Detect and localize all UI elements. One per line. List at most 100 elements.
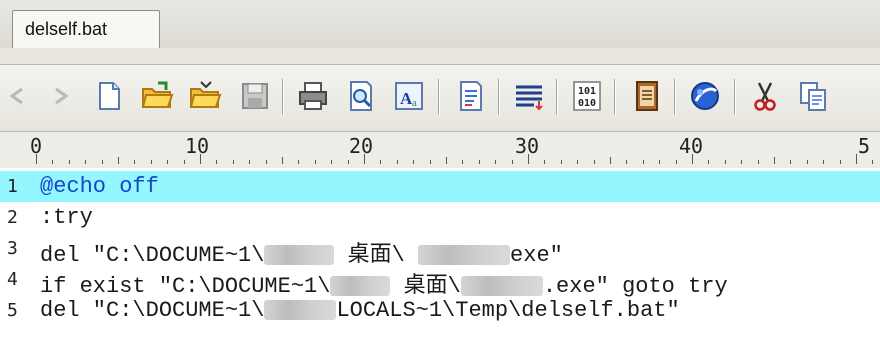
document-icon[interactable] [454, 79, 488, 113]
ruler-tick [446, 157, 447, 164]
tab-bar: delself.bat [0, 0, 880, 49]
ruler-tick [593, 160, 595, 164]
open-folder-icon[interactable] [140, 79, 174, 113]
redacted-text [264, 245, 335, 266]
line-number: 4 [7, 269, 18, 290]
back-arrow-icon[interactable] [0, 79, 34, 113]
code-segment: del "C:\DOCUME~1\ [40, 298, 265, 323]
ruler-tick [675, 160, 677, 164]
code-line-3[interactable]: 3 del "C:\DOCUME~1\ 桌面\ exe" [0, 233, 880, 268]
ruler-tick [560, 160, 562, 164]
ruler-tick [659, 160, 661, 164]
redacted-text [330, 276, 391, 297]
ruler-tick [872, 160, 874, 164]
tab-delself-bat[interactable]: delself.bat [12, 10, 160, 48]
tab-label: delself.bat [25, 19, 108, 39]
ruler-tick [856, 154, 857, 164]
ruler-tick [85, 160, 87, 164]
ruler-tick [823, 160, 825, 164]
ruler-tick [495, 160, 497, 164]
ruler-tick [232, 160, 234, 164]
ruler-tick [167, 160, 169, 164]
ruler-tick [577, 160, 579, 164]
ruler-tick [642, 160, 644, 164]
svg-text:010: 010 [578, 98, 596, 109]
save-icon[interactable] [238, 79, 272, 113]
code-text: del "C:\DOCUME~1\ LOCALS~1\Temp\delself.b… [40, 298, 680, 323]
print-preview-icon[interactable] [344, 79, 378, 113]
ruler-tick [68, 160, 70, 164]
redacted-text [418, 245, 511, 266]
ruler-tick [724, 160, 726, 164]
line-number: 2 [7, 207, 18, 228]
ruler-tick [347, 160, 349, 164]
ruler-tick [380, 160, 382, 164]
ruler-tick [216, 160, 218, 164]
redacted-text [460, 276, 543, 297]
forward-arrow-icon[interactable] [44, 79, 78, 113]
ruler-tick [626, 160, 628, 164]
ruler-tick [757, 160, 759, 164]
ruler-label: 40 [679, 134, 704, 158]
copy-icon[interactable] [796, 79, 830, 113]
print-icon[interactable] [296, 79, 330, 113]
code-segment: LOCALS~1\Temp\delself.bat" [336, 298, 680, 323]
toolbar-separator [614, 79, 616, 115]
ruler-tick [708, 160, 710, 164]
font-icon[interactable]: Aa [392, 79, 426, 113]
redacted-text [264, 300, 337, 321]
toolbar-separator [282, 79, 284, 115]
toolbar-separator [498, 79, 500, 115]
ruler-label: 10 [185, 134, 210, 158]
ruler-tick [413, 160, 415, 164]
ruler-tick [544, 160, 546, 164]
web-globe-icon[interactable] [688, 79, 722, 113]
ruler-tick [478, 160, 480, 164]
ruler-tick [429, 160, 431, 164]
new-file-icon[interactable] [92, 79, 126, 113]
toolbar-separator [674, 79, 676, 115]
ruler-tick [298, 160, 300, 164]
code-line-5[interactable]: 5 del "C:\DOCUME~1\ LOCALS~1\Temp\delself… [0, 295, 880, 326]
ruler-tick [183, 160, 185, 164]
ruler-tick [806, 160, 808, 164]
svg-text:a: a [412, 97, 417, 109]
binary-icon[interactable]: 101 010 [570, 79, 604, 113]
ruler-tick [52, 160, 54, 164]
cut-icon[interactable] [748, 79, 782, 113]
word-wrap-icon[interactable] [512, 79, 546, 113]
code-line-4[interactable]: 4 if exist "C:\DOCUME~1\ 桌面\ .exe" goto t… [0, 264, 880, 299]
ruler-tick [790, 160, 792, 164]
code-text: @echo off [40, 174, 159, 199]
toolbar-separator [556, 79, 558, 115]
ruler-tick [462, 160, 464, 164]
ruler-label: 0 [30, 134, 43, 158]
ruler-label: 20 [349, 134, 374, 158]
code-line-1[interactable]: 1 @echo off [0, 171, 880, 202]
line-number: 1 [7, 176, 18, 197]
ruler: 0 10 20 30 40 5 [0, 132, 880, 169]
ruler-tick [839, 160, 841, 164]
ruler-tick [101, 160, 103, 164]
ruler-tick [741, 160, 743, 164]
ruler-tick [610, 157, 611, 164]
ruler-tick [396, 160, 398, 164]
ruler-label: 30 [515, 134, 540, 158]
menu-gap [0, 48, 880, 65]
ruler-label: 5 [858, 134, 871, 158]
ruler-tick [511, 160, 513, 164]
text-editor[interactable]: 1 @echo off 2 :try 3 del "C:\DOCUME~1\ 桌… [0, 168, 880, 347]
book-icon[interactable] [630, 79, 664, 113]
ruler-tick [774, 157, 775, 164]
ruler-tick [314, 160, 316, 164]
code-line-2[interactable]: 2 :try [0, 202, 880, 233]
ruler-tick [265, 160, 267, 164]
open-folder-alt-icon[interactable] [188, 79, 222, 113]
code-text: :try [40, 205, 93, 230]
ruler-tick [150, 160, 152, 164]
toolbar-separator [734, 79, 736, 115]
ruler-tick [249, 160, 251, 164]
ruler-tick [134, 160, 136, 164]
ruler-tick [118, 157, 119, 164]
svg-text:101: 101 [578, 86, 596, 97]
